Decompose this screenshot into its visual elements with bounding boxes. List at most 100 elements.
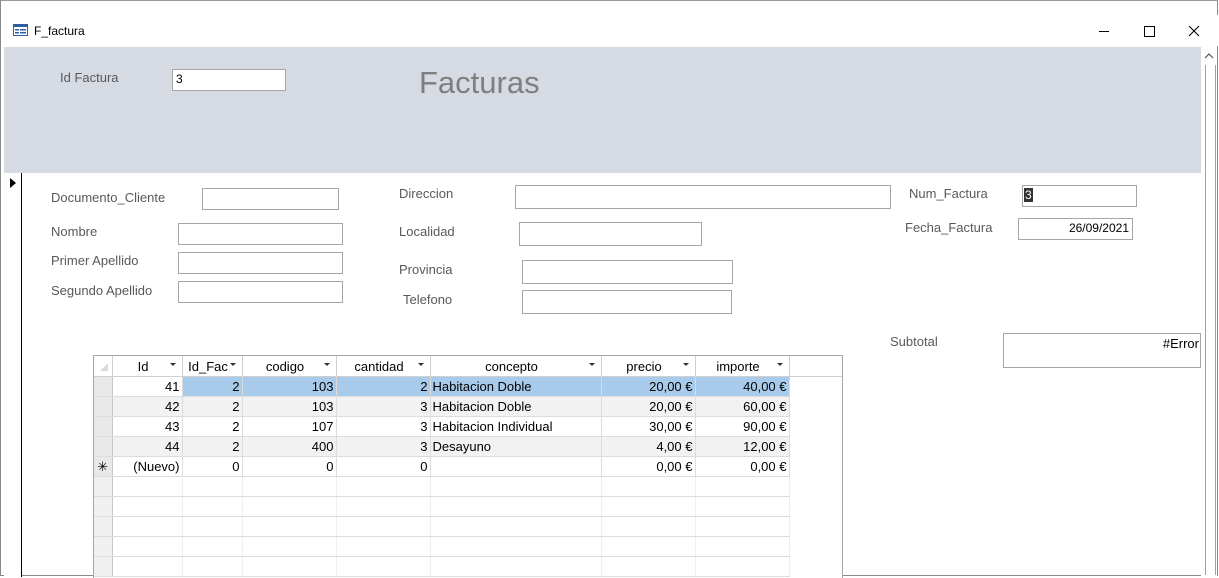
empty-row — [94, 556, 842, 577]
cell-concepto[interactable]: Habitacion Doble — [430, 396, 602, 417]
row-selector — [94, 476, 113, 497]
cell-cantidad[interactable]: 2 — [336, 376, 431, 397]
cell-precio[interactable]: 30,00 € — [601, 416, 696, 437]
window-title: F_factura — [34, 24, 85, 38]
row-selector[interactable]: ✳ — [94, 456, 113, 477]
cell-codigo[interactable]: 400 — [242, 436, 337, 457]
dropdown-arrow-icon[interactable] — [417, 363, 424, 366]
cell-id[interactable]: 43 — [112, 416, 183, 437]
table-row[interactable]: 44 2 400 3 Desayuno 4,00 € 12,00 € — [94, 436, 842, 457]
num-factura-field[interactable]: 3 — [1022, 185, 1137, 207]
detail-table: Id Id_Fac codigo cantidad concepto preci… — [94, 356, 842, 577]
cell-importe[interactable]: 60,00 € — [695, 396, 790, 417]
dropdown-arrow-icon[interactable] — [169, 363, 176, 366]
direccion-field[interactable] — [515, 185, 891, 209]
cell-importe[interactable]: 12,00 € — [695, 436, 790, 457]
col-header-id-label: Id — [137, 358, 149, 374]
dropdown-arrow-icon[interactable] — [776, 363, 783, 366]
primer-apellido-label: Primer Apellido — [51, 253, 139, 268]
dropdown-arrow-icon[interactable] — [588, 363, 595, 366]
segundo-apellido-field[interactable] — [178, 281, 343, 303]
cell-importe[interactable]: 0,00 € — [695, 456, 790, 477]
col-header-id-fac[interactable]: Id_Fac — [182, 356, 243, 377]
cell-id[interactable]: 41 — [112, 376, 183, 397]
cell-codigo[interactable]: 103 — [242, 396, 337, 417]
nombre-label: Nombre — [51, 224, 98, 239]
cell-precio[interactable]: 0,00 € — [601, 456, 696, 477]
segundo-apellido-label: Segundo Apellido — [51, 283, 153, 298]
cell-concepto[interactable] — [430, 456, 602, 477]
form-icon — [13, 24, 28, 36]
cell-codigo[interactable]: 0 — [242, 456, 337, 477]
header-filler — [789, 356, 842, 377]
fecha-factura-field[interactable]: 26/09/2021 — [1018, 218, 1133, 240]
cell-codigo[interactable]: 103 — [242, 376, 337, 397]
cell-cantidad[interactable]: 3 — [336, 396, 431, 417]
documento-cliente-label: Documento_Cliente — [51, 190, 166, 205]
col-header-cantidad-label: cantidad — [354, 358, 404, 374]
row-filler — [789, 396, 842, 417]
row-selector[interactable] — [94, 436, 113, 457]
row-selector — [94, 536, 113, 557]
table-row[interactable]: 41 2 103 2 Habitacion Doble 20,00 € 40,0… — [94, 376, 842, 397]
cell-id[interactable]: 44 — [112, 436, 183, 457]
cell-precio[interactable]: 20,00 € — [601, 396, 696, 417]
scroll-thumb[interactable] — [1205, 65, 1216, 575]
select-all-corner[interactable] — [94, 356, 113, 377]
cell-id-fac[interactable]: 2 — [182, 436, 243, 457]
cell-id-fac[interactable]: 2 — [182, 416, 243, 437]
table-row[interactable]: 43 2 107 3 Habitacion Individual 30,00 €… — [94, 416, 842, 437]
dropdown-arrow-icon[interactable] — [323, 363, 330, 366]
localidad-field[interactable] — [519, 222, 702, 246]
cell-importe[interactable]: 40,00 € — [695, 376, 790, 397]
cell-concepto[interactable]: Habitacion Individual — [430, 416, 602, 437]
row-selector — [94, 516, 113, 537]
primer-apellido-field[interactable] — [178, 252, 343, 274]
cell-precio[interactable]: 20,00 € — [601, 376, 696, 397]
cell-cantidad[interactable]: 0 — [336, 456, 431, 477]
close-icon[interactable] — [1184, 21, 1204, 41]
col-header-cantidad[interactable]: cantidad — [336, 356, 431, 377]
new-record-row[interactable]: ✳ (Nuevo) 0 0 0 0,00 € 0,00 € — [94, 456, 842, 477]
dropdown-arrow-icon[interactable] — [682, 363, 689, 366]
cell-cantidad[interactable]: 3 — [336, 416, 431, 437]
cell-concepto[interactable]: Habitacion Doble — [430, 376, 602, 397]
cell-cantidad[interactable]: 3 — [336, 436, 431, 457]
cell-id-fac[interactable]: 2 — [182, 376, 243, 397]
nombre-field[interactable] — [178, 223, 343, 245]
col-header-concepto[interactable]: concepto — [430, 356, 602, 377]
col-header-id[interactable]: Id — [112, 356, 183, 377]
header-row: Id Id_Fac codigo cantidad concepto preci… — [94, 356, 842, 377]
telefono-field[interactable] — [522, 290, 732, 314]
row-filler — [789, 436, 842, 457]
col-header-codigo[interactable]: codigo — [242, 356, 337, 377]
cell-precio[interactable]: 4,00 € — [601, 436, 696, 457]
record-selector[interactable] — [4, 173, 22, 577]
id-factura-field[interactable]: 3 — [172, 69, 286, 91]
cell-id-fac[interactable]: 0 — [182, 456, 243, 477]
cell-id[interactable]: 42 — [112, 396, 183, 417]
cell-concepto[interactable]: Desayuno — [430, 436, 602, 457]
subtotal-field[interactable]: #Error — [1003, 333, 1201, 368]
documento-cliente-field[interactable] — [202, 188, 339, 210]
row-selector[interactable] — [94, 396, 113, 417]
table-row[interactable]: 42 2 103 3 Habitacion Doble 20,00 € 60,0… — [94, 396, 842, 417]
scroll-up-icon[interactable] — [1204, 52, 1214, 60]
col-header-importe[interactable]: importe — [695, 356, 790, 377]
col-header-precio[interactable]: precio — [601, 356, 696, 377]
provincia-field[interactable] — [522, 260, 733, 284]
cell-id-fac[interactable]: 2 — [182, 396, 243, 417]
maximize-icon[interactable] — [1139, 21, 1159, 41]
dropdown-arrow-icon[interactable] — [229, 363, 236, 366]
cell-id[interactable]: (Nuevo) — [112, 456, 183, 477]
cell-codigo[interactable]: 107 — [242, 416, 337, 437]
new-record-icon: ✳ — [97, 458, 109, 474]
minimize-icon[interactable] — [1094, 21, 1114, 41]
row-filler — [789, 416, 842, 437]
row-selector[interactable] — [94, 376, 113, 397]
empty-row — [94, 496, 842, 517]
vertical-scrollbar[interactable] — [1201, 47, 1217, 577]
form-header: Id Factura 3 Facturas — [4, 47, 1201, 173]
cell-importe[interactable]: 90,00 € — [695, 416, 790, 437]
row-selector[interactable] — [94, 416, 113, 437]
